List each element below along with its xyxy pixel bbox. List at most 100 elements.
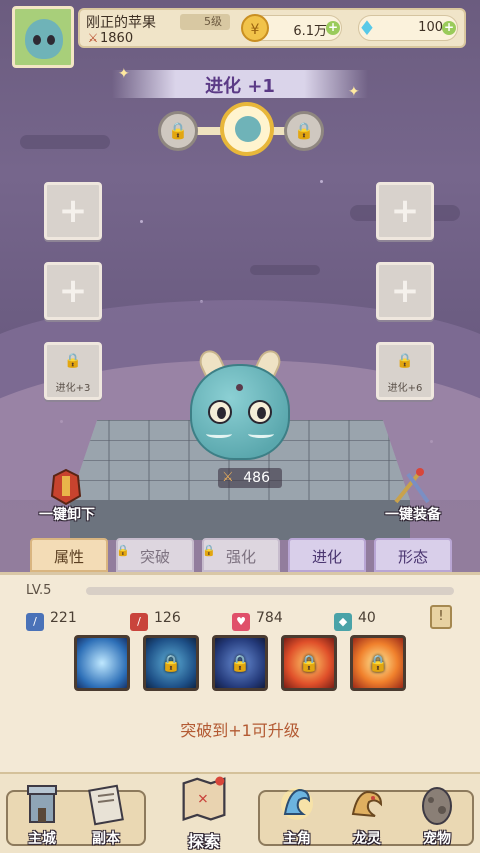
tab-label: 属性 <box>53 548 84 566</box>
plus-icon: + <box>58 191 88 231</box>
nav-dungeon-label: 副本 <box>92 831 120 847</box>
tab-enhance[interactable]: 🔒 强化 <box>202 538 280 572</box>
tab-evolution[interactable]: 进化 <box>288 538 366 572</box>
nav-explore-label: 探索 <box>187 832 220 851</box>
lock-icon: 🔒 <box>64 353 82 369</box>
slot-unlock-requirement: 进化+3 <box>55 383 91 394</box>
tab-label: 形态 <box>397 548 428 566</box>
nav-dragon-spirit[interactable]: 龙灵 <box>332 776 402 852</box>
tab-label: 强化 <box>225 548 256 566</box>
equip-all-label: 一键装备 <box>385 507 441 523</box>
tab-attributes[interactable]: 属性 <box>30 538 108 572</box>
nav-dungeon[interactable]: 副本 <box>74 776 138 852</box>
nav-main-city-label: 主城 <box>28 831 56 847</box>
stat-attack-value: 221 <box>50 610 77 626</box>
level-progress-bar <box>86 587 454 595</box>
add-gems-button[interactable]: + <box>442 21 456 35</box>
lock-icon: 🔒 <box>202 544 216 557</box>
heart-icon: ♥ <box>232 613 250 631</box>
equip-all-button[interactable]: 一键装备 <box>368 466 458 524</box>
avatar-eye <box>33 35 41 45</box>
creature-forehead-gem <box>236 384 243 391</box>
evolution-track: 🔒 🔒 <box>158 102 326 156</box>
stat-hp-value: 784 <box>256 610 283 626</box>
scroll-icon[interactable]: ! <box>430 605 452 629</box>
bottom-nav: 主城 副本 ✕ 探索 主角 龙灵 宠物 <box>0 772 480 853</box>
coin-counter: ¥ 6.1万 + <box>241 14 342 42</box>
blue-dragon-icon <box>281 788 313 820</box>
skill-ice-crystal[interactable] <box>74 635 130 691</box>
weapons-icon <box>394 468 430 504</box>
avatar-creature <box>25 19 63 59</box>
nav-hero[interactable]: 主角 <box>262 776 332 852</box>
player-power: ⚔ 1860 <box>86 31 133 46</box>
sparkle-icon: ✦ <box>348 84 360 100</box>
nav-main-city[interactable]: 主城 <box>10 776 74 852</box>
snowflake <box>320 180 323 183</box>
slot-unlock-requirement: 进化+6 <box>387 383 423 394</box>
unequip-all-button[interactable]: 一键卸下 <box>22 466 112 524</box>
evolution-stage-current[interactable] <box>220 102 274 156</box>
creature-power-value: 486 <box>243 470 270 486</box>
skill-fire-vortex[interactable]: 🔒 <box>281 635 337 691</box>
add-coins-button[interactable]: + <box>326 21 340 35</box>
lock-icon: 🔒 <box>299 653 319 673</box>
stat-crit: / 126 <box>130 607 181 631</box>
avatar[interactable] <box>12 6 74 68</box>
top-bar: 刚正的苹果 5级 ⚔ 1860 ¥ 6.1万 + ♦ 100 + <box>12 6 468 68</box>
plus-icon: + <box>390 191 420 231</box>
nav-pet[interactable]: 宠物 <box>402 776 472 852</box>
evolution-banner: 进化 +1 <box>112 70 368 98</box>
player-info-panel: 刚正的苹果 5级 ⚔ 1860 ¥ 6.1万 + ♦ 100 + <box>78 8 466 48</box>
nav-explore[interactable]: ✕ 探索 <box>160 776 248 852</box>
svg-text:✕: ✕ <box>197 792 208 808</box>
equip-slot-left-2[interactable]: + <box>44 262 102 320</box>
lock-icon: 🔒 <box>230 653 250 673</box>
skill-storm-dragon[interactable]: 🔒 <box>212 635 268 691</box>
stat-defense: ◆ 40 <box>334 607 376 631</box>
skill-flame-burst[interactable]: 🔒 <box>350 635 406 691</box>
tab-breakthrough[interactable]: 🔒 突破 <box>116 538 194 572</box>
player-level-badge: 5级 <box>180 14 230 30</box>
power-swords-icon: ⚔ <box>222 470 234 485</box>
power-swords-icon: ⚔ <box>87 31 99 45</box>
stat-crit-value: 126 <box>154 610 181 626</box>
evolution-title: 进化 +1 <box>205 76 275 97</box>
stat-hp: ♥ 784 <box>232 607 283 631</box>
equip-slot-left-locked[interactable]: 🔒 进化+3 <box>44 342 102 400</box>
equip-slot-right-2[interactable]: + <box>376 262 434 320</box>
armor-icon <box>50 468 82 506</box>
creature-marking <box>248 430 274 438</box>
sparkle-icon: ✦ <box>118 66 130 82</box>
egg-icon <box>422 787 452 825</box>
main-creature[interactable] <box>186 346 294 462</box>
creature-eye <box>248 400 272 424</box>
evolution-stage-locked[interactable]: 🔒 <box>284 111 324 151</box>
lock-icon: 🔒 <box>396 353 414 369</box>
nav-hero-label: 主角 <box>283 831 311 847</box>
book-icon <box>88 784 124 826</box>
player-name: 刚正的苹果 <box>86 15 156 31</box>
tab-form[interactable]: 形态 <box>374 538 452 572</box>
creature-mini-icon <box>235 116 261 142</box>
skill-water-dragon[interactable]: 🔒 <box>143 635 199 691</box>
equip-slot-right-locked[interactable]: 🔒 进化+6 <box>376 342 434 400</box>
castle-icon <box>27 785 57 823</box>
gem-counter: ♦ 100 + <box>358 15 458 41</box>
plus-icon: + <box>58 271 88 311</box>
equip-slot-right-1[interactable]: + <box>376 182 434 240</box>
lock-icon: 🔒 <box>161 653 181 673</box>
cloud <box>250 265 320 275</box>
nav-dragon-spirit-label: 龙灵 <box>353 831 381 847</box>
shield-icon: ◆ <box>334 613 352 631</box>
attributes-panel: LV.5 / 221 / 126 ♥ 784 ◆ 40 ! 🔒 🔒 🔒 🔒 突破到+1可… <box>0 572 480 772</box>
creature-marking <box>206 430 232 438</box>
gold-dragon-icon <box>351 790 383 817</box>
unequip-all-label: 一键卸下 <box>39 507 95 523</box>
evolution-stage-locked[interactable]: 🔒 <box>158 111 198 151</box>
equip-slot-left-1[interactable]: + <box>44 182 102 240</box>
tab-label: 进化 <box>311 548 342 566</box>
creature-level: LV.5 <box>26 583 52 598</box>
cloud <box>20 135 110 149</box>
stat-defense-value: 40 <box>358 610 376 626</box>
